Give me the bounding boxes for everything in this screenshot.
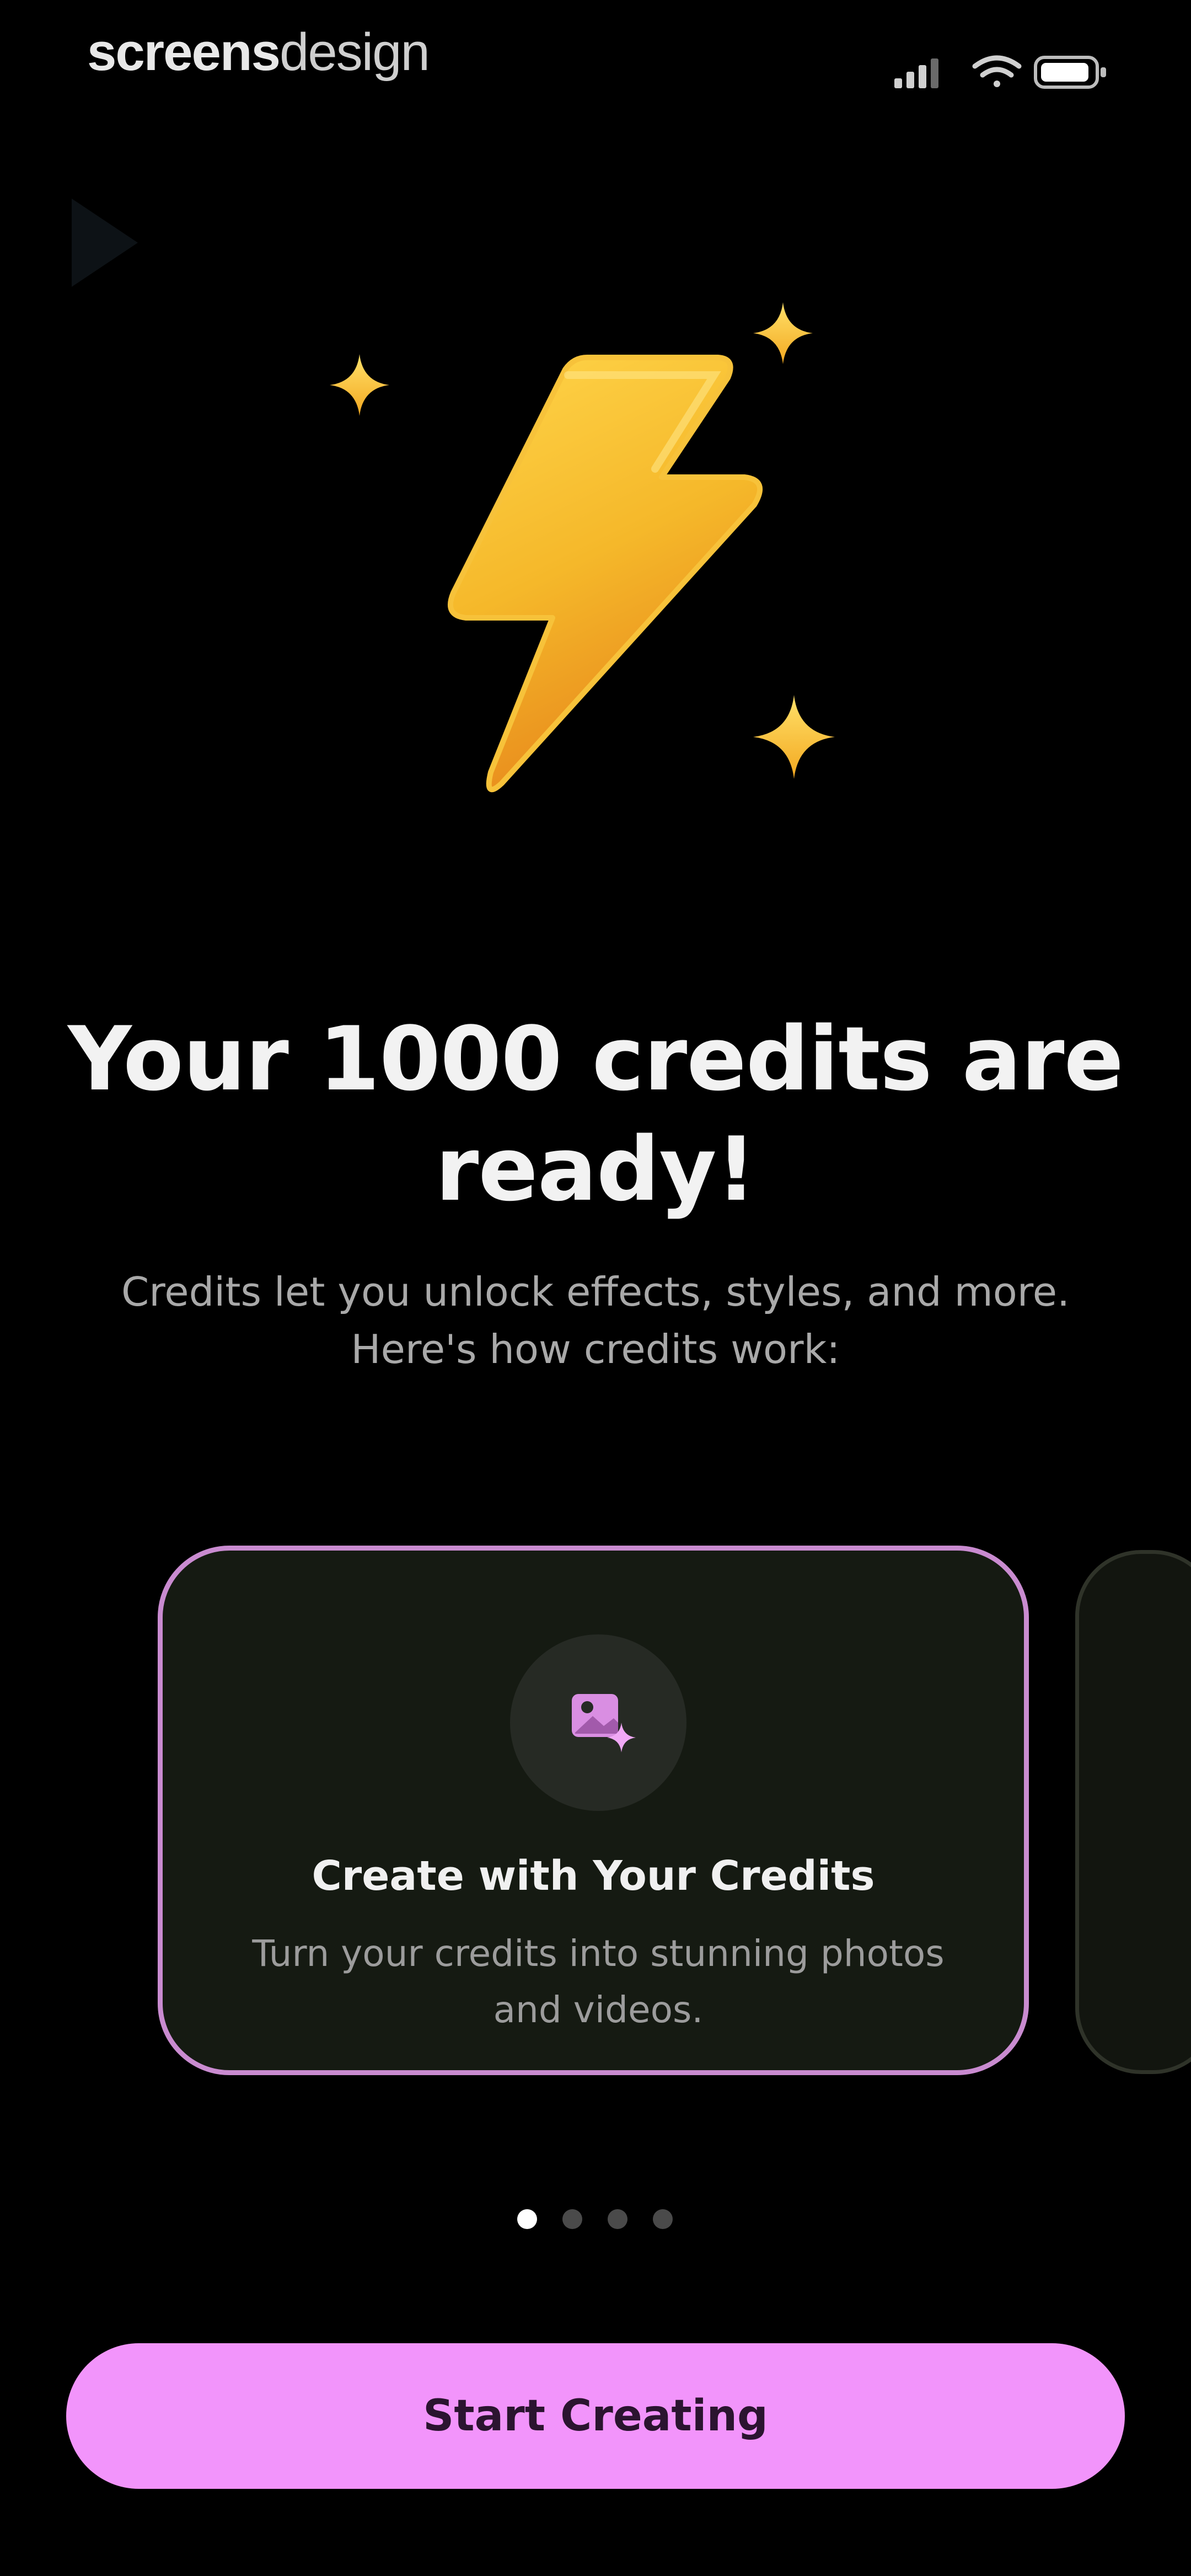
lightning-bolt-illustration [330, 302, 835, 793]
page-title: Your 1000 credits are ready! [67, 1007, 1124, 1221]
page-subtitle: Credits let you unlock effects, styles, … [55, 1263, 1136, 1378]
page-dot[interactable] [653, 2209, 673, 2229]
image-sparkle-icon [572, 1694, 636, 1752]
subtitle-line: Here's how credits work: [351, 1326, 840, 1372]
sparkle-icon [753, 302, 813, 364]
sparkle-icon [330, 354, 389, 416]
sparkle-icon [753, 695, 835, 779]
status-bar: screensdesign [0, 0, 1191, 110]
page-indicator [0, 2204, 1191, 2237]
page-dot[interactable] [608, 2209, 627, 2229]
page-dot-active[interactable] [517, 2209, 537, 2229]
status-icons [894, 55, 1106, 89]
carousel-card-next-peek[interactable] [1075, 1550, 1191, 2074]
watermark: screensdesign [87, 22, 430, 83]
carousel-card[interactable]: Create with Your Credits Turn your credi… [158, 1546, 1029, 2075]
subtitle-line: Credits let you unlock effects, styles, … [121, 1269, 1070, 1315]
card-description: Turn your credits into stunning photos a… [252, 1932, 945, 2031]
back-button[interactable] [55, 188, 154, 298]
credits-carousel[interactable]: Create with Your Credits Turn your credi… [0, 1533, 1191, 2102]
card-title: Create with Your Credits [312, 1852, 875, 1900]
lightning-bolt-icon [448, 355, 763, 793]
page-dot[interactable] [562, 2209, 582, 2229]
card-icon-badge [510, 1634, 686, 1811]
start-creating-button[interactable]: Start Creating [66, 2343, 1125, 2489]
cellular-signal-icon [894, 58, 938, 88]
battery-icon [1034, 56, 1106, 89]
play-triangle-icon [72, 199, 138, 287]
watermark-part1: screens [87, 23, 281, 82]
wifi-icon [972, 55, 1022, 87]
watermark-part2: design [279, 23, 430, 82]
